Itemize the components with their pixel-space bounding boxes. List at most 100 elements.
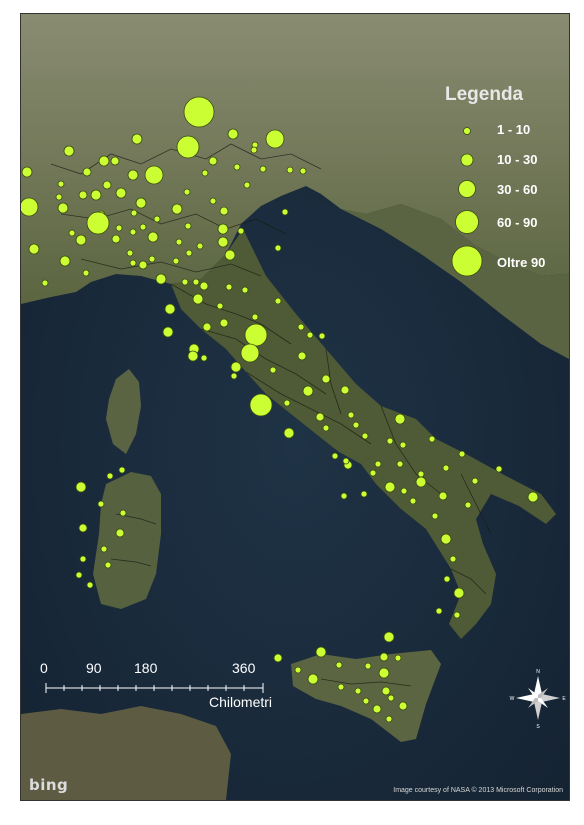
map-symbol[interactable] (201, 169, 209, 177)
map-symbol[interactable] (162, 326, 174, 338)
map-symbol[interactable] (453, 611, 461, 619)
map-symbol[interactable] (199, 281, 209, 291)
map-symbol[interactable] (21, 166, 33, 178)
map-symbol[interactable] (354, 687, 362, 695)
map-symbol[interactable] (340, 385, 350, 395)
map-symbol[interactable] (361, 432, 369, 440)
map-symbol[interactable] (400, 487, 408, 495)
map-symbol[interactable] (294, 666, 302, 674)
map-symbol[interactable] (321, 374, 331, 384)
map-symbol[interactable] (129, 228, 137, 236)
map-symbol[interactable] (219, 318, 229, 328)
map-symbol[interactable] (224, 249, 236, 261)
map-symbol[interactable] (192, 278, 200, 286)
map-symbol[interactable] (302, 385, 314, 397)
map-symbol[interactable] (318, 332, 326, 340)
map-symbol[interactable] (139, 223, 147, 231)
map-symbol[interactable] (394, 413, 406, 425)
map-symbol[interactable] (21, 197, 39, 217)
map-symbol[interactable] (119, 509, 127, 517)
map-symbol[interactable] (379, 652, 389, 662)
map-symbol[interactable] (337, 683, 345, 691)
map-symbol[interactable] (181, 278, 189, 286)
map-symbol[interactable] (527, 491, 539, 503)
map-symbol[interactable] (131, 133, 143, 145)
map-symbol[interactable] (126, 249, 134, 257)
map-symbol[interactable] (227, 128, 239, 140)
map-symbol[interactable] (148, 255, 156, 263)
map-symbol[interactable] (386, 437, 394, 445)
map-symbol[interactable] (202, 322, 212, 332)
map-symbol[interactable] (399, 441, 407, 449)
map-symbol[interactable] (322, 424, 330, 432)
map-symbol[interactable] (274, 297, 282, 305)
map-symbol[interactable] (244, 323, 268, 347)
map-symbol[interactable] (307, 673, 319, 685)
map-symbol[interactable] (75, 481, 87, 493)
map-symbol[interactable] (209, 197, 217, 205)
map-symbol[interactable] (274, 244, 282, 252)
map-symbol[interactable] (185, 249, 193, 257)
map-symbol[interactable] (251, 313, 259, 321)
map-symbol[interactable] (384, 481, 396, 493)
map-symbol[interactable] (90, 189, 102, 201)
map-symbol[interactable] (259, 165, 267, 173)
map-symbol[interactable] (118, 466, 126, 474)
map-symbol[interactable] (299, 167, 307, 175)
map-symbol[interactable] (102, 180, 112, 190)
map-symbol[interactable] (192, 293, 204, 305)
map-symbol[interactable] (230, 361, 242, 373)
map-symbol[interactable] (342, 457, 350, 465)
map-symbol[interactable] (372, 704, 382, 714)
map-symbol[interactable] (471, 477, 479, 485)
map-symbol[interactable] (82, 167, 92, 177)
map-symbol[interactable] (398, 701, 408, 711)
map-symbol[interactable] (97, 500, 105, 508)
map-symbol[interactable] (381, 686, 391, 696)
map-symbol[interactable] (176, 135, 200, 159)
map-symbol[interactable] (315, 412, 325, 422)
map-symbol[interactable] (347, 411, 355, 419)
map-symbol[interactable] (59, 255, 71, 267)
map-symbol[interactable] (111, 234, 121, 244)
map-symbol[interactable] (241, 286, 249, 294)
map-symbol[interactable] (250, 146, 258, 154)
map-symbol[interactable] (28, 243, 40, 255)
map-symbol[interactable] (415, 476, 427, 488)
map-symbol[interactable] (297, 351, 307, 361)
map-symbol[interactable] (172, 257, 180, 265)
map-symbol[interactable] (453, 587, 465, 599)
map-symbol[interactable] (237, 227, 245, 235)
map-frame[interactable]: N S E W Legenda 1 - 10 10 - 30 30 - 60 6… (20, 13, 570, 801)
map-symbol[interactable] (106, 472, 114, 480)
map-symbol[interactable] (369, 469, 377, 477)
map-symbol[interactable] (115, 528, 125, 538)
map-symbol[interactable] (495, 465, 503, 473)
map-symbol[interactable] (104, 561, 112, 569)
map-symbol[interactable] (387, 694, 395, 702)
map-symbol[interactable] (184, 222, 192, 230)
map-symbol[interactable] (86, 581, 94, 589)
map-symbol[interactable] (409, 497, 417, 505)
map-symbol[interactable] (364, 662, 372, 670)
map-symbol[interactable] (306, 331, 314, 339)
map-symbol[interactable] (216, 302, 224, 310)
map-symbol[interactable] (440, 533, 452, 545)
map-symbol[interactable] (378, 667, 390, 679)
map-symbol[interactable] (240, 343, 260, 363)
map-symbol[interactable] (243, 181, 251, 189)
map-symbol[interactable] (283, 399, 291, 407)
map-symbol[interactable] (464, 501, 472, 509)
map-symbol[interactable] (196, 242, 204, 250)
map-symbol[interactable] (155, 273, 167, 285)
map-symbol[interactable] (286, 166, 294, 174)
map-symbol[interactable] (281, 208, 289, 216)
map-symbol[interactable] (374, 460, 382, 468)
map-symbol[interactable] (230, 372, 238, 380)
map-symbol[interactable] (130, 209, 138, 217)
map-symbol[interactable] (147, 231, 159, 243)
map-symbol[interactable] (100, 545, 108, 553)
map-symbol[interactable] (394, 654, 402, 662)
map-symbol[interactable] (75, 571, 83, 579)
map-symbol[interactable] (129, 259, 137, 267)
